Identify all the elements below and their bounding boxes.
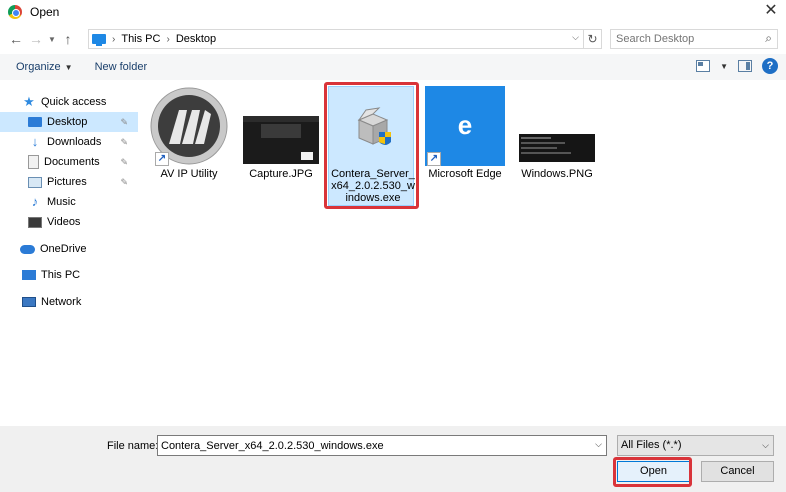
annotation-highlight-file — [324, 82, 419, 209]
chevron-right-icon[interactable]: › — [112, 34, 115, 45]
pin-icon: ✎ — [120, 116, 128, 127]
cloud-icon — [20, 244, 35, 254]
file-label: Windows.PNG — [521, 168, 593, 180]
sidebar-item-label: OneDrive — [40, 243, 87, 255]
refresh-icon[interactable]: ↻ — [584, 29, 602, 49]
chevron-down-icon[interactable]: ⌵ — [572, 32, 579, 43]
file-item-capture-jpg[interactable]: Capture.JPG — [236, 86, 326, 180]
sidebar-item-label: Downloads — [47, 136, 102, 148]
sidebar-item-label: Network — [41, 296, 82, 308]
image-thumbnail — [241, 86, 321, 166]
sidebar-item-pictures[interactable]: Pictures ✎ — [0, 172, 138, 192]
file-item-microsoft-edge[interactable]: e ↗ Microsoft Edge — [420, 86, 510, 180]
image-thumbnail — [517, 86, 597, 166]
file-type-select[interactable]: All Files (*.*) ⌵ — [617, 435, 774, 456]
navigation-pane: ★ Quick access Desktop ✎ ↓ Downloads ✎ D… — [0, 88, 138, 424]
app-shortcut-thumbnail: ↗ — [149, 86, 229, 166]
file-label: Capture.JPG — [249, 168, 313, 180]
document-icon — [28, 155, 39, 169]
change-view-icon[interactable] — [696, 60, 711, 72]
pin-icon: ✎ — [120, 136, 128, 147]
pictures-icon — [28, 176, 42, 188]
sidebar-item-onedrive[interactable]: OneDrive — [0, 239, 138, 259]
preview-pane-icon[interactable] — [738, 60, 752, 72]
sidebar-item-downloads[interactable]: ↓ Downloads ✎ — [0, 132, 138, 152]
sidebar-item-label: Music — [47, 196, 76, 208]
forward-icon[interactable]: → — [26, 31, 46, 47]
new-folder-button[interactable]: New folder — [95, 61, 148, 73]
file-type-value: All Files (*.*) — [621, 439, 682, 451]
chevron-down-icon: ▼ — [64, 63, 73, 72]
chevron-down-icon[interactable]: ⌵ — [595, 439, 602, 450]
address-bar[interactable]: › This PC › Desktop ⌵ — [88, 29, 584, 49]
app-shortcut-thumbnail: e ↗ — [425, 86, 505, 166]
computer-icon — [22, 270, 36, 280]
video-icon — [28, 216, 42, 228]
file-item-windows-png[interactable]: Windows.PNG — [512, 86, 602, 180]
sidebar-item-this-pc[interactable]: This PC — [0, 265, 138, 285]
search-input[interactable] — [616, 33, 756, 45]
annotation-highlight-open — [613, 457, 692, 487]
search-icon[interactable]: ⌕ — [765, 31, 772, 46]
chevron-down-icon[interactable]: ▼ — [720, 62, 728, 71]
title-bar: Open ✕ — [0, 0, 786, 24]
close-icon[interactable]: ✕ — [756, 0, 786, 24]
address-row: ← → ▼ ↑ › This PC › Desktop ⌵ ↻ ⌕ — [0, 26, 786, 52]
sidebar-item-label: Quick access — [41, 96, 107, 108]
organize-button[interactable]: Organize ▼ — [16, 61, 73, 73]
window-title: Open — [30, 5, 60, 19]
desktop-icon — [28, 117, 42, 127]
sidebar-item-music[interactable]: ♪ Music — [0, 192, 138, 212]
pin-icon: ✎ — [120, 176, 128, 187]
sidebar-item-videos[interactable]: Videos — [0, 212, 138, 232]
music-icon: ♪ — [31, 194, 39, 209]
chrome-icon — [8, 5, 22, 19]
windows-preview-icon — [519, 134, 595, 162]
command-bar: Organize ▼ New folder ▼ ? — [0, 54, 786, 80]
file-label: AV IP Utility — [160, 168, 218, 180]
view-controls: ▼ ? — [696, 58, 778, 74]
network-icon — [22, 297, 36, 307]
capture-preview-icon — [243, 116, 319, 164]
breadcrumb-this-pc[interactable]: This PC — [121, 33, 160, 45]
shortcut-arrow-icon: ↗ — [427, 152, 441, 166]
download-icon: ↓ — [31, 134, 39, 149]
help-icon[interactable]: ? — [762, 58, 778, 74]
sidebar-item-label: This PC — [41, 269, 81, 281]
sidebar-item-desktop[interactable]: Desktop ✎ — [0, 112, 138, 132]
search-box[interactable]: ⌕ — [610, 29, 778, 49]
file-name-combobox[interactable]: ⌵ — [157, 435, 607, 456]
sidebar-item-documents[interactable]: Documents ✎ — [0, 152, 138, 172]
shortcut-arrow-icon: ↗ — [155, 152, 169, 166]
svg-text:e: e — [458, 110, 472, 140]
file-label: Microsoft Edge — [428, 168, 502, 180]
sidebar-item-label: Videos — [47, 216, 81, 228]
breadcrumb-desktop[interactable]: Desktop — [176, 33, 216, 45]
organize-label: Organize — [16, 61, 61, 73]
star-icon: ★ — [23, 94, 35, 109]
sidebar-item-quick-access[interactable]: ★ Quick access — [0, 92, 138, 112]
sidebar-item-network[interactable]: Network — [0, 292, 138, 312]
file-list: ↗ AV IP Utility Capture.JPG Contera_Serv… — [140, 82, 786, 426]
back-icon[interactable]: ← — [6, 31, 26, 47]
chevron-right-icon[interactable]: › — [166, 34, 169, 45]
sidebar-item-label: Desktop — [47, 116, 88, 128]
sidebar-item-label: Pictures — [47, 176, 87, 188]
pin-icon: ✎ — [120, 156, 128, 167]
cancel-button[interactable]: Cancel — [701, 461, 774, 482]
recent-locations-icon[interactable]: ▼ — [46, 35, 58, 44]
file-item-av-ip-utility[interactable]: ↗ AV IP Utility — [144, 86, 234, 180]
file-name-label: File name: — [107, 440, 159, 452]
chevron-down-icon: ⌵ — [762, 440, 769, 450]
this-pc-icon — [92, 34, 106, 46]
sidebar-item-label: Documents — [44, 156, 100, 168]
file-name-input[interactable] — [161, 439, 581, 452]
up-icon[interactable]: ↑ — [58, 31, 78, 47]
